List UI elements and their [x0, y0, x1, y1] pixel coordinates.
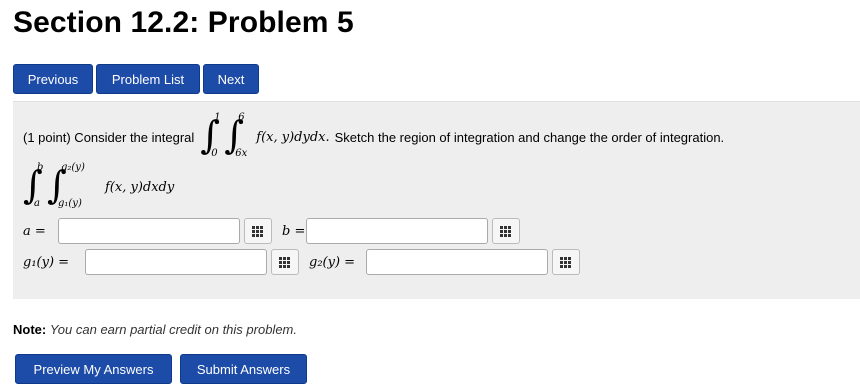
note-label: Note:: [13, 322, 47, 337]
page-title: Section 12.2: Problem 5: [13, 6, 354, 39]
integrand-1: f(x, y)dydx.: [256, 129, 330, 145]
g1-label: g₁(y) =: [23, 254, 70, 270]
problem-nav: Previous Problem List Next: [13, 64, 259, 94]
inner-integral-1: ∫ 6 6x: [224, 112, 248, 159]
submit-answers-button[interactable]: Submit Answers: [180, 354, 307, 384]
b-label: b =: [282, 223, 306, 239]
problem-statement: (1 point) Consider the integral ∫ 1 0 ∫ …: [23, 112, 725, 160]
g2-input[interactable]: [366, 249, 548, 275]
note-text: You can earn partial credit on this prob…: [49, 322, 297, 337]
problem-body: (1 point) Consider the integral ∫ 1 0 ∫ …: [13, 101, 860, 299]
bounds-ab-row: a = b =: [23, 218, 520, 244]
points-text: (1 point) Consider the integral: [23, 129, 195, 145]
preview-answers-button[interactable]: Preview My Answers: [15, 354, 172, 384]
a-input[interactable]: [58, 218, 240, 244]
integrand-2: f(x, y)dxdy: [105, 179, 175, 195]
g2-label: g₂(y) =: [309, 254, 356, 270]
b-input[interactable]: [306, 218, 488, 244]
g1-input[interactable]: [85, 249, 267, 275]
equation-editor-icon[interactable]: [271, 249, 299, 275]
answer-actions: Preview My Answers Submit Answers: [15, 354, 307, 384]
outer-integral-1: ∫ 1 0: [200, 112, 221, 159]
target-integral: ∫ b a ∫ g₂(y) g₁(y) f(x, y)dxdy: [23, 162, 175, 210]
bounds-g-row: g₁(y) = g₂(y) =: [23, 249, 580, 275]
equation-editor-icon[interactable]: [552, 249, 580, 275]
equation-editor-icon[interactable]: [244, 218, 272, 244]
a-label: a =: [23, 223, 46, 239]
problem-list-button[interactable]: Problem List: [96, 64, 200, 94]
partial-credit-note: Note: You can earn partial credit on thi…: [13, 322, 297, 337]
equation-editor-icon[interactable]: [492, 218, 520, 244]
instruction-text: Sketch the region of integration and cha…: [334, 129, 725, 145]
inner-integral-2: ∫ g₂(y) g₁(y): [47, 162, 85, 209]
previous-button[interactable]: Previous: [13, 64, 93, 94]
outer-integral-2: ∫ b a: [23, 162, 44, 209]
next-button[interactable]: Next: [203, 64, 259, 94]
